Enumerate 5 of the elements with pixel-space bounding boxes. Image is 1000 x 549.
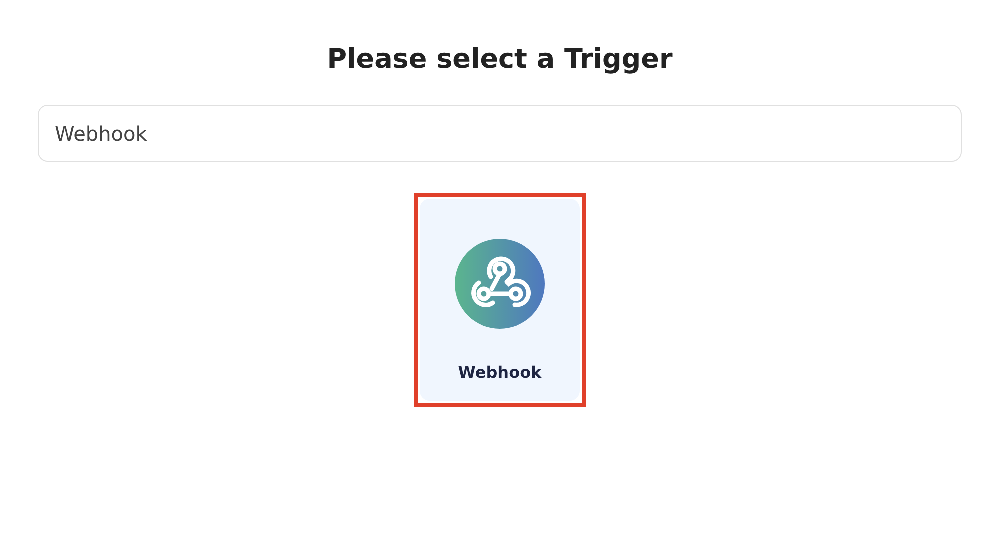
webhook-icon bbox=[455, 239, 545, 329]
page-title: Please select a Trigger bbox=[327, 43, 673, 77]
trigger-card[interactable]: Webhook bbox=[420, 199, 580, 401]
search-field[interactable]: Webhook bbox=[38, 105, 962, 162]
trigger-label: Webhook bbox=[458, 363, 542, 382]
